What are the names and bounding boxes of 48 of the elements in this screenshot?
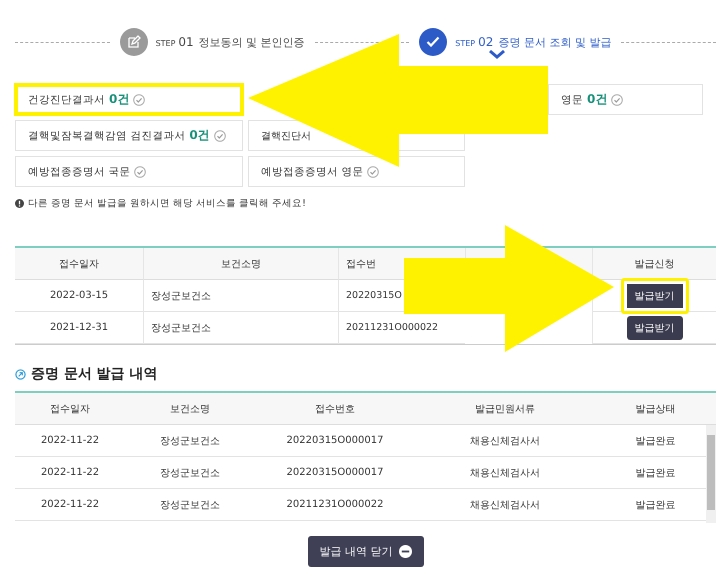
table-cell: 2022-11-22	[15, 489, 125, 521]
notice-text: 다른 증명 문서 발급을 원하시면 해당 서비스를 클릭해 주세요!	[28, 197, 306, 210]
document-card[interactable]: 건강진단결과서 0건	[15, 84, 243, 115]
document-card[interactable]: 예방접종증명서 영문	[248, 156, 465, 187]
table-cell: 장성군보건소	[143, 280, 338, 312]
circle-arrow-icon	[15, 368, 26, 380]
table-cell: 20211231O000022	[346, 322, 438, 333]
table-cell: 2022-03-15	[15, 280, 143, 312]
table-cell: 채용신체검사서	[415, 457, 595, 489]
document-card-label[interactable]: 결핵진단서	[261, 128, 311, 142]
table-cell: 채용신체검사서	[415, 425, 595, 457]
table-cell: 20220315O000017	[255, 457, 415, 489]
table-cell: 20220315O000017	[255, 425, 415, 457]
issue-button[interactable]: 발급받기	[620, 278, 688, 314]
check-circle-icon	[214, 130, 226, 142]
document-card[interactable]: 예방접종증명서 국문	[15, 156, 243, 187]
table-cell: 장성군보건소	[125, 425, 255, 457]
document-card[interactable]: 결핵및잠복결핵감염 검진결과서 0건	[15, 120, 243, 151]
info-icon	[15, 199, 24, 208]
scrollbar[interactable]	[706, 425, 716, 523]
table-cell: 장성군보건소	[125, 457, 255, 489]
issue-button[interactable]: 발급받기	[626, 316, 682, 340]
column-header: 보건소명	[125, 393, 255, 425]
check-circle-icon	[367, 166, 380, 178]
table-cell: 20211231O000022	[255, 489, 415, 521]
table-cell: 채용신체검사서	[415, 489, 595, 521]
step-label: STEP 02 증명 문서 조회 및 발급	[455, 34, 612, 50]
close-history-button[interactable]: 발급 내역 닫기	[308, 536, 424, 567]
table-cell: 2021-12-31	[15, 312, 143, 344]
caret-icon	[489, 50, 506, 59]
column-header: 접수번호	[255, 393, 415, 425]
table-cell: 장성군보건소	[143, 312, 338, 344]
step-label: STEP 01 정보동의 및 본인인증	[156, 34, 305, 50]
section-title: 증명 문서 발급 내역	[31, 365, 158, 383]
column-header: 접수일자	[15, 393, 125, 425]
table-cell: 2022-11-22	[15, 457, 125, 489]
column-header: 발급신청	[592, 248, 716, 280]
column-header: 발급상태	[595, 393, 716, 425]
check-circle-icon	[134, 166, 146, 178]
column-header: 보건소명	[143, 248, 338, 280]
minus-circle-icon	[398, 545, 412, 558]
table-cell: 장성군보건소	[125, 489, 255, 521]
table-cell: 20220315O	[346, 290, 402, 301]
column-header: 발급민원서류	[415, 393, 595, 425]
check-circle-icon	[133, 94, 146, 106]
document-card[interactable]: 영문 0건	[548, 84, 703, 115]
table-cell: 2022-11-22	[15, 425, 125, 457]
check-circle-icon	[611, 94, 624, 106]
